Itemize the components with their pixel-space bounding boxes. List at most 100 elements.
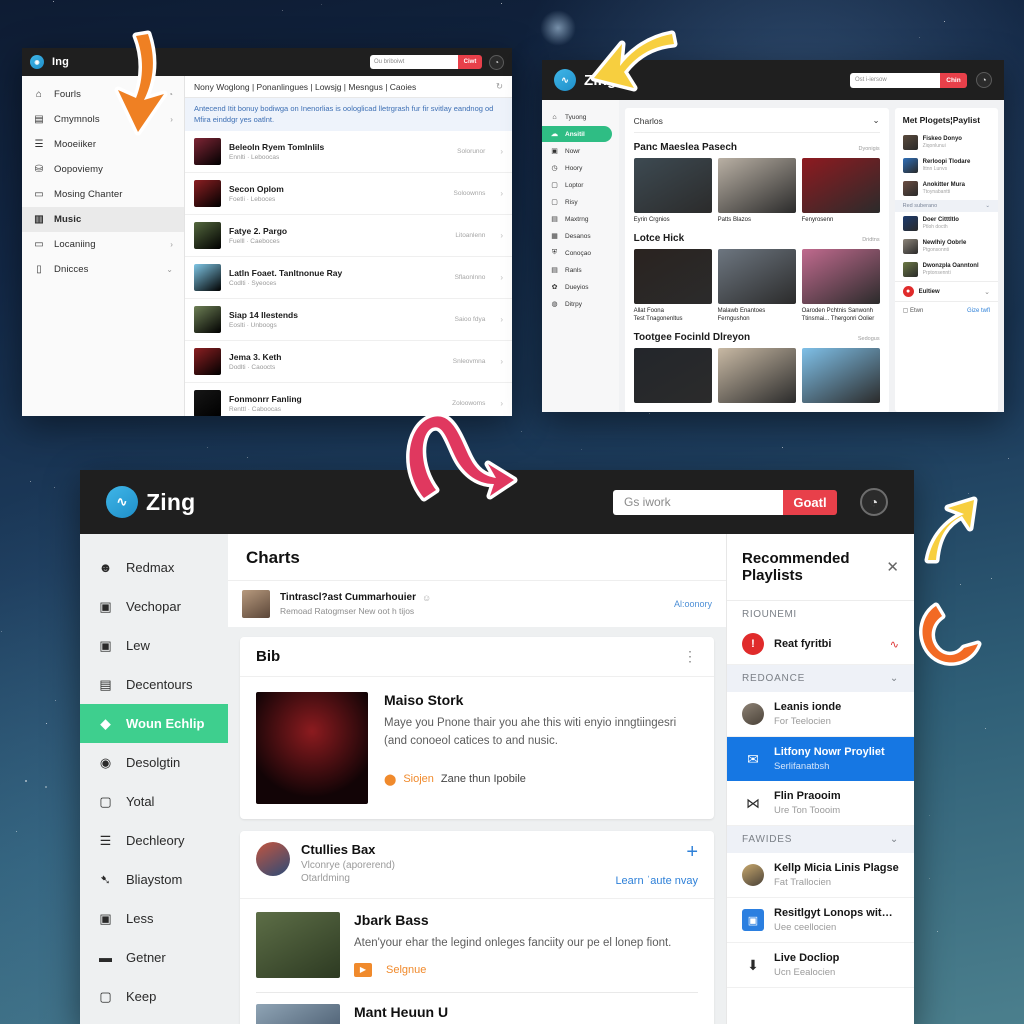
list-item[interactable]: Latln Foaet. Tanltnonue Ray Codlti · Sye… [185, 257, 512, 299]
search-input[interactable]: Gs iwork [613, 489, 783, 515]
search-button[interactable]: Ciwt [458, 55, 482, 69]
playlist-item[interactable]: ✉ Litfony Nowr Proyliet Serlifanatbsh [727, 737, 914, 781]
playlist-item[interactable]: Anokitter Mura Ttoynabantti [895, 177, 998, 200]
chevron-icon[interactable]: › [170, 115, 173, 124]
playlist-status-row[interactable]: ● Eultiew ⌄ [894, 281, 998, 301]
chevron-right-icon[interactable]: › [500, 399, 503, 408]
window-left-list[interactable]: Beleoln Ryem Tomlnlils Ennlti · Leboocas… [185, 131, 512, 416]
section-link[interactable]: Dridtns [862, 237, 879, 243]
chevron-down-icon[interactable]: ⌄ [984, 288, 990, 296]
playlist-item[interactable]: Doer Citttltlo Ptloh docth [895, 212, 998, 235]
user-post-3[interactable]: Mant Heuun U [240, 993, 714, 1024]
window-right-sidebar[interactable]: ⌂ Tyuong ☁ Ansitil ▣ Nowr ◷ Hoory ▢ Lopt… [542, 100, 619, 412]
sidebar-item-fourls[interactable]: ⌂ Fourls ◔ [22, 82, 184, 107]
sidebar-item-ansitil[interactable]: ☁ Ansitil [542, 126, 612, 142]
chevron-right-icon[interactable]: › [500, 147, 503, 156]
search-button[interactable]: Goatl [783, 489, 837, 515]
list-item[interactable]: Jema 3. Keth Dodlti · Caoocts Snleovmna … [185, 341, 512, 383]
search-input[interactable]: Ou briboiwt [370, 55, 458, 69]
media-tile[interactable]: Malawb Enantoes Ferngushon [717, 249, 796, 323]
account-icon[interactable]: ◔ [976, 72, 992, 88]
playlist-item[interactable]: Dwonzpla Oanntonl Prptonsennti [895, 258, 998, 281]
chevron-down-icon[interactable]: ⌄ [890, 834, 899, 845]
sidebar-item-lew[interactable]: ▣ Lew [80, 626, 228, 665]
account-icon[interactable]: ◔ [860, 488, 888, 516]
section-link[interactable]: Dyonigis [859, 146, 880, 152]
playlist-group-header[interactable]: RIOUNEMI [727, 601, 914, 624]
sidebar-item-nowr[interactable]: ▣ Nowr [542, 143, 619, 159]
media-tile[interactable]: Eyrin Crgnios [633, 158, 712, 224]
media-tile[interactable]: Allat Foona Test Tnagonenltus [633, 249, 712, 323]
chevron-right-icon[interactable]: › [500, 231, 503, 240]
account-icon[interactable]: ◔ [489, 54, 504, 70]
sidebar-item-locaniing[interactable]: ▭ Locaniing › [22, 232, 184, 257]
sidebar-item-less[interactable]: ▣ Less [80, 899, 228, 938]
media-tile[interactable]: Patts Blazos [717, 158, 796, 224]
playlist-item[interactable]: ⋈ Flin Praooim Ure Ton Toooim [727, 781, 914, 826]
list-item[interactable]: Siap 14 Ilestends Eoslti · Unboogs Saioo… [185, 299, 512, 341]
search-input[interactable]: Ost i-iersow [850, 72, 940, 88]
window-right-playlist-panel[interactable]: Met Plogets¦Paylist Fiskeo Donyo Ziqonlu… [894, 108, 998, 412]
chevron-icon[interactable]: ◔ [168, 90, 173, 99]
close-icon[interactable]: ✕ [886, 558, 899, 576]
sidebar-item-risy[interactable]: ▢ Risy [542, 194, 619, 210]
sidebar-item-cono-ao[interactable]: ⛨ Conoçao [542, 245, 619, 261]
section-link[interactable]: Sedogus [858, 336, 880, 342]
chevron-icon[interactable]: ⌄ [166, 265, 173, 274]
sidebar-item-keep[interactable]: ▢ Keep [80, 977, 228, 1016]
bib-post[interactable]: Maiso Stork Maye you Pnone thair you ahe… [240, 677, 714, 819]
media-tile[interactable] [633, 348, 712, 406]
chevron-right-icon[interactable]: › [500, 357, 503, 366]
refresh-icon[interactable]: ↻ [496, 81, 503, 92]
sidebar-item-maxtrng[interactable]: ▤ Maxtrng [542, 211, 619, 227]
sidebar-item-desanos[interactable]: ▦ Desanos [542, 228, 619, 244]
media-tile[interactable]: Oaroden Pchtnis Sanwonh Ttinsmai... Ther… [801, 249, 880, 323]
sidebar-item-mooeiiker[interactable]: ☰ Mooeiiker [22, 132, 184, 157]
chevron-down-icon[interactable]: ⌄ [890, 673, 899, 684]
sidebar-item-music[interactable]: ▥ Music [22, 207, 184, 232]
sidebar-item-redmax[interactable]: ☻ Redmax [80, 548, 228, 587]
playlist-footer-link[interactable]: Gize twfl [967, 308, 990, 314]
media-tile[interactable]: Fenyrosenn [801, 158, 880, 224]
window-left-tabbar[interactable]: Nony Woglong | Ponanlingues | Lowsjg | M… [185, 76, 512, 98]
playlist-group-header[interactable]: REDOANCE ⌄ [727, 665, 914, 692]
playlist-item[interactable]: Newlhiy Oobrle Ptgonsonnti [895, 235, 998, 258]
sidebar-item-dueyios[interactable]: ✿ Dueyios [542, 279, 619, 295]
list-item[interactable]: Beleoln Ryem Tomlnlils Ennlti · Leboocas… [185, 131, 512, 173]
main-scroll-area[interactable]: Bib ⋮ Maiso Stork Maye you Pnone thair y… [228, 627, 726, 1024]
sidebar-item-oopoviemy[interactable]: ⛁ Oopoviemy [22, 157, 184, 182]
sidebar-item-tyuong[interactable]: ⌂ Tyuong [542, 109, 619, 125]
sidebar-item-loptor[interactable]: ▢ Loptor [542, 177, 619, 193]
list-item[interactable]: Fonmonrr Fanling Renttl · Caboocas Zoloo… [185, 383, 512, 416]
media-tile[interactable] [717, 348, 796, 406]
promo-row[interactable]: Tintrascl?ast Cummarhouier ☺ Remoad Rato… [228, 581, 726, 627]
sidebar-item-vechopar[interactable]: ▣ Vechopar [80, 587, 228, 626]
playlist-panel-footer[interactable]: ▢ Etwn Gize twfl [894, 301, 998, 319]
playlist-group-header[interactable]: Red suberano ⌄ [894, 200, 998, 212]
promo-link[interactable]: Al:oonory [674, 599, 712, 609]
chevron-icon[interactable]: › [170, 240, 173, 249]
chevron-right-icon[interactable]: › [500, 273, 503, 282]
playlist-groups[interactable]: RIOUNEMI ! Reat fyritbi ∿ REDOANCE ⌄ Lea… [727, 601, 914, 988]
playlist-item[interactable]: Kellp Micia Linis Plagse Fat Trallocien [727, 853, 914, 898]
sidebar-item-cmymnols[interactable]: ▤ Cmymnols › [22, 107, 184, 132]
playlist-item[interactable]: Leanis ionde For Teelocien [727, 692, 914, 737]
sidebar-item-bliaystom[interactable]: ➷ Bliaystom [80, 860, 228, 899]
chevron-right-icon[interactable]: › [500, 189, 503, 198]
sidebar-item-dechleory[interactable]: ☰ Dechleory [80, 821, 228, 860]
playlist-item[interactable]: ▣ Resitlgyt Lonops with Nounes Bloyiin U… [727, 898, 914, 943]
sidebar-item-hoory[interactable]: ◷ Hoory [542, 160, 619, 176]
user-learn-link[interactable]: Learn ˈaute nvay [615, 875, 698, 887]
sidebar-item-sching[interactable]: ▣ Sching [80, 1016, 228, 1024]
sidebar-item-yotal[interactable]: ▢ Yotal [80, 782, 228, 821]
window-left-sidebar[interactable]: ⌂ Fourls ◔ ▤ Cmymnols › ☰ Mooeiiker ⛁ Oo… [22, 76, 185, 416]
background-window-right[interactable]: ∿ Zing Ost i-iersow Chin ◔ ⌂ Tyuong ☁ An… [542, 60, 1004, 412]
playlist-item[interactable]: Rerloopi Tlodare Ittnn Lunvs [895, 154, 998, 177]
background-window-left[interactable]: ◉ Ing Ou briboiwt Ciwt ◔ ⌂ Fourls ◔ ▤ Cm… [22, 48, 512, 416]
charts-header[interactable]: Charlos ⌄ [633, 115, 880, 133]
sidebar-item-dnicces[interactable]: ▯ Dnicces ⌄ [22, 257, 184, 282]
playlist-item[interactable]: ⬇ Live Docliop Ucn Eealocien [727, 943, 914, 988]
plus-icon[interactable]: + [686, 841, 698, 863]
playlist-item[interactable]: ! Reat fyritbi ∿ [727, 624, 914, 665]
sidebar-item-getner[interactable]: ▬ Getner [80, 938, 228, 977]
